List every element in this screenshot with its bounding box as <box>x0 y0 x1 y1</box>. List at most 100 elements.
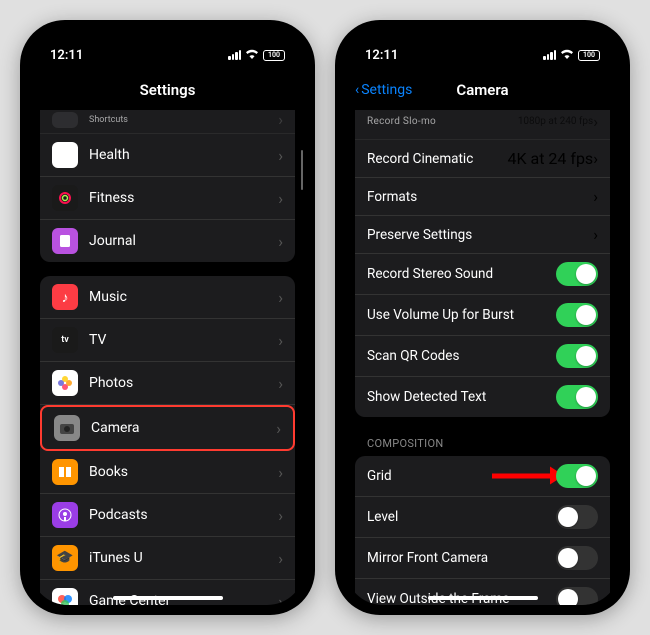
camera-row-stereo: Record Stereo Sound <box>355 254 610 295</box>
settings-row-music[interactable]: ♪ Music › <box>40 276 295 319</box>
toggle-detectedtext[interactable] <box>556 385 598 409</box>
chevron-right-icon: › <box>278 189 283 208</box>
camera-row-volumeburst: Use Volume Up for Burst <box>355 295 610 336</box>
health-icon: ♥ <box>52 142 78 168</box>
row-label: Mirror Front Camera <box>367 550 556 566</box>
settings-row-gamecenter[interactable]: Game Center › <box>40 580 295 605</box>
settings-row-camera[interactable]: Camera › <box>40 405 295 451</box>
section-health: Shortcuts › ♥ Health › Fitness › <box>40 110 295 262</box>
gamecenter-icon <box>52 588 78 605</box>
toggle-volumeburst[interactable] <box>556 303 598 327</box>
row-label: Record Stereo Sound <box>367 266 556 282</box>
page-title: Settings <box>140 81 196 99</box>
camera-row-qr: Scan QR Codes <box>355 336 610 377</box>
toggle-outsideframe[interactable] <box>556 587 598 605</box>
composition-header: COMPOSITION <box>345 431 620 454</box>
camera-row-level: Level <box>355 497 610 538</box>
dynamic-island <box>438 38 528 64</box>
row-value: 1080p at 240 fps <box>518 116 593 127</box>
row-label: Camera <box>91 420 276 436</box>
clock: 12:11 <box>365 48 398 63</box>
toggle-mirror[interactable] <box>556 546 598 570</box>
chevron-right-icon: › <box>278 110 283 129</box>
row-label: Shortcuts <box>89 115 278 125</box>
settings-row-photos[interactable]: Photos › <box>40 362 295 405</box>
row-label: Podcasts <box>89 507 278 523</box>
journal-icon <box>52 228 78 254</box>
row-label: iTunes U <box>89 550 278 566</box>
back-label: Settings <box>361 82 412 98</box>
chevron-right-icon: › <box>276 419 281 438</box>
toggle-grid[interactable] <box>556 464 598 488</box>
row-label: Fitness <box>89 190 278 206</box>
home-indicator[interactable] <box>428 596 538 600</box>
nav-bar: Settings <box>30 70 305 110</box>
camera-row-detectedtext: Show Detected Text <box>355 377 610 417</box>
nav-bar: ‹ Settings Camera <box>345 70 620 110</box>
page-title: Camera <box>456 81 508 99</box>
row-label: Use Volume Up for Burst <box>367 307 556 323</box>
settings-row-journal[interactable]: Journal › <box>40 220 295 262</box>
settings-row-itunesu[interactable]: 🎓 iTunes U › <box>40 537 295 580</box>
photos-icon <box>52 370 78 396</box>
row-label: Books <box>89 464 278 480</box>
row-label: Formats <box>367 189 593 205</box>
home-indicator[interactable] <box>113 596 223 600</box>
chevron-right-icon: › <box>278 331 283 350</box>
signal-icon <box>228 50 241 60</box>
camera-row-cinematic[interactable]: Record Cinematic 4K at 24 fps › <box>355 140 610 178</box>
chevron-right-icon: › <box>278 232 283 251</box>
camera-row-slomo[interactable]: Record Slo-mo 1080p at 240 fps › <box>355 110 610 140</box>
music-icon: ♪ <box>52 284 78 310</box>
camera-row-mirror: Mirror Front Camera <box>355 538 610 579</box>
podcasts-icon <box>52 502 78 528</box>
signal-icon <box>543 50 556 60</box>
row-label: Level <box>367 509 556 525</box>
shortcuts-icon <box>52 112 78 128</box>
camera-icon <box>54 415 80 441</box>
chevron-right-icon: › <box>278 506 283 525</box>
status-indicators: 100 <box>228 48 285 62</box>
camera-row-formats[interactable]: Formats › <box>355 178 610 216</box>
dynamic-island <box>123 38 213 64</box>
settings-row-health[interactable]: ♥ Health › <box>40 134 295 177</box>
row-label: Music <box>89 289 278 305</box>
screen-camera: 12:11 100 ‹ Settings Camera Record Slo-m… <box>345 30 620 605</box>
chevron-right-icon: › <box>593 112 598 131</box>
camera-row-preserve[interactable]: Preserve Settings › <box>355 216 610 254</box>
chevron-left-icon: ‹ <box>355 82 359 98</box>
settings-list[interactable]: Shortcuts › ♥ Health › Fitness › <box>30 110 305 605</box>
settings-row-books[interactable]: Books › <box>40 451 295 494</box>
settings-row-podcasts[interactable]: Podcasts › <box>40 494 295 537</box>
row-label: Health <box>89 147 278 163</box>
phone-settings: 12:11 100 Settings Shortcuts › ♥ <box>20 20 315 615</box>
toggle-qr[interactable] <box>556 344 598 368</box>
chevron-right-icon: › <box>278 549 283 568</box>
back-button[interactable]: ‹ Settings <box>355 82 412 98</box>
row-label: TV <box>89 332 278 348</box>
scroll-indicator <box>301 150 304 190</box>
tv-icon: tv <box>52 327 78 353</box>
toggle-level[interactable] <box>556 505 598 529</box>
chevron-right-icon: › <box>593 149 598 168</box>
row-label: Show Detected Text <box>367 389 556 405</box>
settings-row-tv[interactable]: tv TV › <box>40 319 295 362</box>
chevron-right-icon: › <box>593 187 598 206</box>
camera-row-grid: Grid <box>355 456 610 497</box>
section-composition: Grid Level Mirror Front Camera View Outs… <box>355 456 610 605</box>
settings-row-shortcuts[interactable]: Shortcuts › <box>40 110 295 134</box>
row-label: Record Slo-mo <box>367 116 518 127</box>
settings-row-fitness[interactable]: Fitness › <box>40 177 295 220</box>
phone-camera-settings: 12:11 100 ‹ Settings Camera Record Slo-m… <box>335 20 630 615</box>
camera-settings-list[interactable]: Record Slo-mo 1080p at 240 fps › Record … <box>345 110 620 605</box>
section-recording: Record Slo-mo 1080p at 240 fps › Record … <box>355 110 610 417</box>
battery-icon: 100 <box>263 50 285 61</box>
row-label: Photos <box>89 375 278 391</box>
chevron-right-icon: › <box>278 288 283 307</box>
status-indicators: 100 <box>543 48 600 62</box>
toggle-stereo[interactable] <box>556 262 598 286</box>
books-icon <box>52 459 78 485</box>
highlight-arrow <box>492 474 552 479</box>
row-label: Scan QR Codes <box>367 348 556 364</box>
chevron-right-icon: › <box>278 146 283 165</box>
